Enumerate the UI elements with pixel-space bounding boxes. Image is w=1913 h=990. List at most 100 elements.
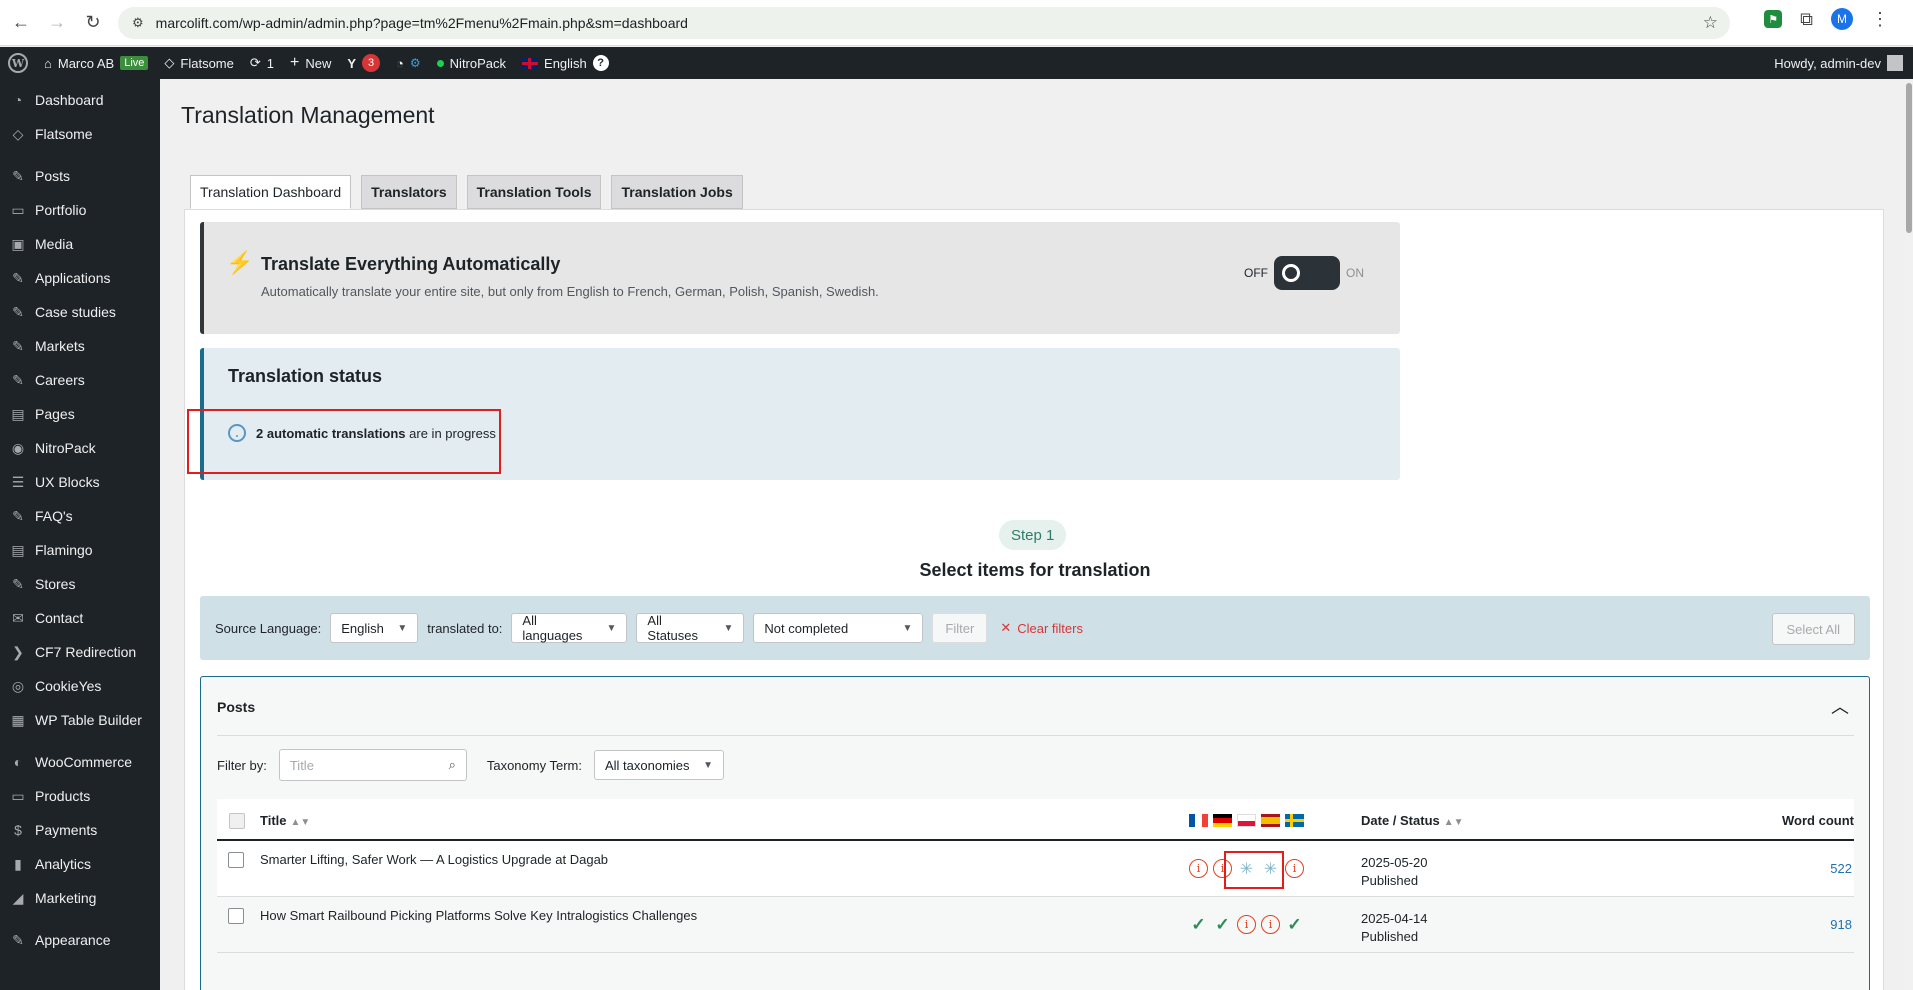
needs-translation-icon[interactable]: i bbox=[1237, 915, 1256, 934]
address-bar[interactable]: ⚙ marcolift.com/wp-admin/admin.php?page=… bbox=[118, 7, 1730, 39]
flatsome-icon: ◇ bbox=[12, 125, 24, 142]
sidebar-item[interactable]: ✎ Applications bbox=[0, 261, 160, 295]
needs-translation-icon[interactable]: i bbox=[1261, 915, 1280, 934]
back-icon[interactable]: ← bbox=[6, 8, 36, 38]
pin-icon: ✎ bbox=[12, 337, 24, 354]
sidebar-item[interactable]: ◉ NitroPack bbox=[0, 431, 160, 465]
target-language-select[interactable]: All languages ▼ bbox=[511, 613, 628, 643]
filter-button[interactable]: Filter bbox=[932, 613, 988, 643]
help-icon[interactable]: ? bbox=[592, 55, 609, 71]
sidebar-item-label: Applications bbox=[35, 270, 111, 286]
plus-icon: + bbox=[290, 54, 300, 71]
nitropack-link[interactable]: NitroPack bbox=[429, 47, 514, 79]
sidebar-item[interactable]: ✎ Posts bbox=[0, 159, 160, 193]
sidebar-item[interactable]: ▤ Flamingo bbox=[0, 533, 160, 567]
woo-icon: ◐ bbox=[13, 754, 23, 770]
checkmark-icon[interactable]: ✓ bbox=[1213, 915, 1232, 934]
flamingo-icon: ▤ bbox=[11, 541, 25, 558]
sidebar-item[interactable]: ◢ Marketing bbox=[0, 881, 160, 915]
table-icon: ▦ bbox=[11, 711, 25, 728]
select-all-checkbox[interactable] bbox=[229, 813, 245, 829]
checkmark-icon[interactable]: ✓ bbox=[1189, 915, 1208, 934]
sidebar-item[interactable]: ▤ Pages bbox=[0, 397, 160, 431]
sidebar-item[interactable]: ◎ CookieYes bbox=[0, 669, 160, 703]
site-name-link[interactable]: ⌂ Marco AB Live bbox=[36, 47, 156, 79]
extensions-puzzle-icon[interactable]: ⧉ bbox=[1800, 9, 1813, 30]
tab-translation-jobs[interactable]: Translation Jobs bbox=[611, 175, 743, 209]
sidebar-item[interactable]: ✎ Careers bbox=[0, 363, 160, 397]
sidebar-item[interactable]: ❯ CF7 Redirection bbox=[0, 635, 160, 669]
sidebar-item[interactable]: ▭ Products bbox=[0, 779, 160, 813]
checkmark-icon[interactable]: ✓ bbox=[1285, 915, 1304, 934]
tab-translation-dashboard[interactable]: Translation Dashboard bbox=[190, 175, 352, 209]
translated-to-label: translated to: bbox=[427, 620, 503, 636]
source-language-select[interactable]: English ▼ bbox=[330, 613, 419, 643]
new-content-link[interactable]: + New bbox=[282, 47, 339, 79]
reload-icon[interactable]: ↻ bbox=[78, 8, 108, 38]
sidebar-item[interactable]: ✎ Case studies bbox=[0, 295, 160, 329]
sidebar-item[interactable]: ✎ Stores bbox=[0, 567, 160, 601]
language-switcher[interactable]: English ? bbox=[514, 47, 617, 79]
sidebar-item[interactable]: ✎ Markets bbox=[0, 329, 160, 363]
sidebar-item[interactable]: ✎ FAQ's bbox=[0, 499, 160, 533]
page-scrollbar[interactable] bbox=[1905, 79, 1913, 990]
clear-filters-link[interactable]: ✕ Clear filters bbox=[1000, 620, 1083, 636]
updates-link[interactable]: ⟳ 1 bbox=[242, 47, 282, 79]
table-row: How Smart Railbound Picking Platforms So… bbox=[217, 897, 1854, 953]
wp-logo-icon[interactable]: W bbox=[0, 47, 36, 79]
row-checkbox[interactable] bbox=[228, 908, 244, 924]
sidebar-item[interactable]: ✎ Appearance bbox=[0, 923, 160, 957]
post-title[interactable]: How Smart Railbound Picking Platforms So… bbox=[260, 908, 697, 923]
theme-link[interactable]: ◇ Flatsome bbox=[156, 47, 241, 79]
needs-translation-icon[interactable]: i bbox=[1285, 859, 1304, 878]
germany-flag-icon bbox=[1213, 814, 1232, 827]
title-column-header[interactable]: Title ▲▼ bbox=[260, 813, 310, 828]
forward-icon[interactable]: → bbox=[42, 8, 72, 38]
sidebar-item-label: UX Blocks bbox=[35, 474, 100, 490]
step-pill: Step 1 bbox=[999, 520, 1067, 550]
word-count[interactable]: 522 bbox=[1830, 861, 1852, 876]
sidebar-item[interactable]: $ Payments bbox=[0, 813, 160, 847]
query-monitor-link[interactable]: ◔ ⚙ bbox=[388, 47, 429, 79]
row-checkbox[interactable] bbox=[228, 852, 244, 868]
browser-menu-icon[interactable]: ⋮ bbox=[1871, 9, 1889, 30]
sidebar-item[interactable]: ▦ WP Table Builder bbox=[0, 703, 160, 737]
sidebar-item-label: Posts bbox=[35, 168, 71, 184]
profile-avatar[interactable]: M bbox=[1831, 8, 1853, 30]
tab-translation-tools[interactable]: Translation Tools bbox=[466, 175, 602, 209]
highlight-box bbox=[1224, 851, 1284, 889]
select-all-button[interactable]: Select All bbox=[1771, 613, 1855, 645]
sidebar-item-label: Appearance bbox=[35, 932, 111, 948]
completion-select[interactable]: Not completed ▼ bbox=[753, 613, 924, 643]
sidebar-item[interactable]: ✉ Contact bbox=[0, 601, 160, 635]
sidebar-item-label: Stores bbox=[35, 576, 76, 592]
site-info-icon[interactable]: ⚙ bbox=[132, 15, 144, 31]
status-select[interactable]: All Statuses ▼ bbox=[636, 613, 745, 643]
portfolio-icon: ▭ bbox=[11, 201, 25, 218]
filter-by-label: Filter by: bbox=[217, 757, 267, 773]
word-count[interactable]: 918 bbox=[1830, 917, 1852, 932]
post-title[interactable]: Smarter Lifting, Safer Work — A Logistic… bbox=[260, 852, 608, 867]
sidebar-item[interactable]: ▣ Media bbox=[0, 227, 160, 261]
sidebar-item[interactable]: ▮ Analytics bbox=[0, 847, 160, 881]
needs-translation-icon[interactable]: i bbox=[1189, 859, 1208, 878]
date-column-header[interactable]: Date / Status ▲▼ bbox=[1361, 813, 1464, 828]
pin-icon: ✎ bbox=[12, 575, 24, 592]
sidebar-item[interactable]: ◔ Dashboard bbox=[0, 83, 160, 117]
sidebar-item[interactable]: ◐ WooCommerce bbox=[0, 745, 160, 779]
sidebar-item[interactable]: ◇ Flatsome bbox=[0, 117, 160, 151]
title-search-input[interactable]: Title ⌕ bbox=[278, 749, 467, 781]
posts-filter-row: Filter by: Title ⌕ Taxonomy Term: All tax… bbox=[217, 749, 724, 781]
taxonomy-select[interactable]: All taxonomies ▼ bbox=[593, 750, 724, 780]
translate-everything-toggle[interactable] bbox=[1274, 256, 1340, 290]
yoast-link[interactable]: Y 3 bbox=[339, 47, 388, 79]
yoast-count-badge: 3 bbox=[362, 54, 381, 72]
user-avatar[interactable] bbox=[1887, 55, 1903, 71]
tab-translators[interactable]: Translators bbox=[361, 175, 457, 209]
sidebar-item[interactable]: ☰ UX Blocks bbox=[0, 465, 160, 499]
bookmark-star-icon[interactable]: ☆ bbox=[1703, 13, 1718, 33]
sidebar-item[interactable]: ▭ Portfolio bbox=[0, 193, 160, 227]
extension-icon[interactable]: ⚑ bbox=[1764, 10, 1783, 28]
howdy-user[interactable]: Howdy, admin-dev bbox=[1774, 56, 1881, 71]
chevron-up-icon[interactable]: ︿ bbox=[1831, 693, 1849, 719]
